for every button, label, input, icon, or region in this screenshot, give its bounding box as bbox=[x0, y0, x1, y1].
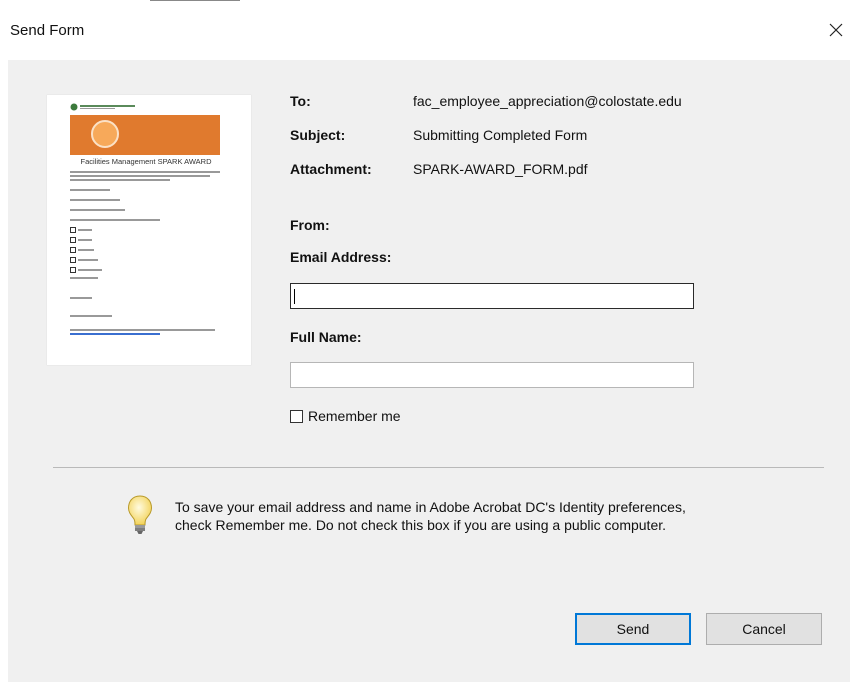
fullname-field[interactable] bbox=[290, 362, 694, 388]
dialog-body: Facilities Management SPARK AWARD To: fa… bbox=[8, 60, 850, 682]
subject-value: Submitting Completed Form bbox=[413, 127, 588, 143]
from-label: From: bbox=[290, 217, 330, 233]
to-label: To: bbox=[290, 93, 311, 109]
preview-heading: Facilities Management SPARK AWARD bbox=[80, 157, 212, 166]
fullname-label: Full Name: bbox=[290, 329, 362, 345]
preview-checkbox bbox=[70, 257, 76, 263]
send-button[interactable]: Send bbox=[575, 613, 691, 645]
email-label: Email Address: bbox=[290, 249, 392, 265]
title-bar: Send Form bbox=[0, 0, 850, 60]
preview-line bbox=[78, 249, 94, 251]
remember-me-checkbox[interactable] bbox=[290, 409, 303, 423]
preview-line bbox=[70, 209, 125, 211]
preview-line bbox=[70, 189, 110, 191]
preview-line bbox=[70, 315, 112, 317]
preview-checkbox bbox=[70, 227, 76, 233]
preview-line bbox=[70, 175, 210, 177]
attachment-value: SPARK-AWARD_FORM.pdf bbox=[413, 161, 588, 177]
preview-checkbox bbox=[70, 237, 76, 243]
preview-checkbox bbox=[70, 267, 76, 273]
preview-line bbox=[70, 277, 98, 279]
preview-line bbox=[78, 229, 92, 231]
attachment-preview: Facilities Management SPARK AWARD bbox=[47, 95, 251, 365]
preview-line bbox=[70, 171, 220, 173]
preview-line bbox=[78, 239, 92, 241]
text-caret bbox=[294, 289, 295, 304]
email-field[interactable] bbox=[290, 283, 694, 309]
preview-line bbox=[70, 179, 170, 181]
remember-me-option[interactable]: Remember me bbox=[290, 408, 401, 424]
close-button[interactable] bbox=[822, 14, 850, 46]
remember-me-label: Remember me bbox=[308, 408, 401, 424]
to-value: fac_employee_appreciation@colostate.edu bbox=[413, 93, 682, 109]
preview-line bbox=[70, 329, 215, 331]
preview-link-line bbox=[70, 333, 160, 335]
lightbulb-icon bbox=[127, 495, 153, 534]
window-title: Send Form bbox=[10, 22, 85, 39]
logo-icon bbox=[70, 103, 135, 111]
preview-line bbox=[78, 269, 102, 271]
background-window-edge bbox=[150, 0, 240, 7]
subject-label: Subject: bbox=[290, 127, 346, 143]
identity-info-text: To save your email address and name in A… bbox=[175, 499, 686, 533]
preview-line bbox=[70, 219, 160, 221]
divider bbox=[53, 467, 824, 468]
preview-line bbox=[78, 259, 98, 261]
attachment-label: Attachment: bbox=[290, 161, 372, 177]
close-icon bbox=[829, 23, 843, 37]
cancel-button[interactable]: Cancel bbox=[706, 613, 822, 645]
preview-line bbox=[70, 199, 120, 201]
preview-line bbox=[70, 297, 92, 299]
preview-checkbox bbox=[70, 247, 76, 253]
spark-logo-icon bbox=[91, 120, 119, 148]
